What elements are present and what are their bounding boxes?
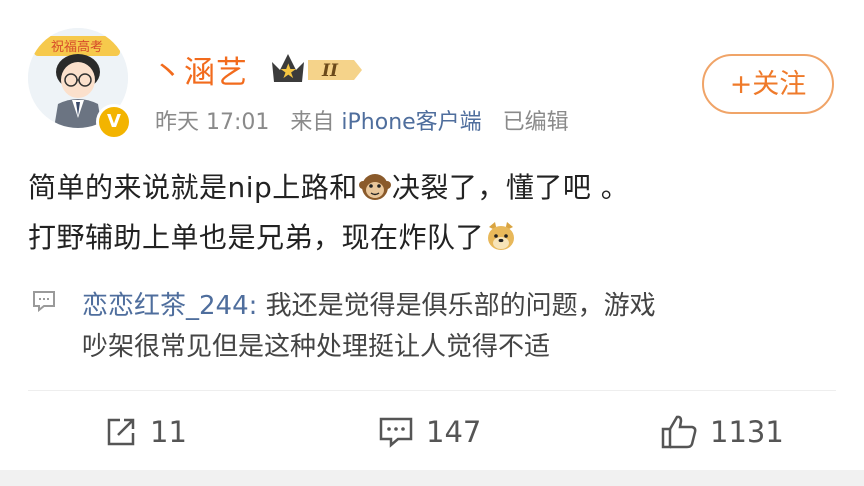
post-meta: 昨天 17:01 来自 iPhone客户端 已编辑 bbox=[155, 104, 569, 136]
bottom-separator bbox=[0, 470, 864, 486]
comment-preview-line-1[interactable]: 恋恋红茶_244: 我还是觉得是俱乐部的问题，游戏 bbox=[82, 285, 656, 322]
comment-button[interactable]: 147 bbox=[378, 412, 481, 452]
comment-bubble-icon bbox=[33, 291, 55, 312]
doge-emoji-icon bbox=[488, 222, 515, 250]
share-button[interactable]: 11 bbox=[104, 412, 187, 452]
post-text: 简单的来说就是nip上路和 bbox=[28, 171, 358, 204]
source-prefix: 来自 bbox=[290, 110, 335, 135]
post-text: 打野辅助上单也是兄弟，现在炸队了 bbox=[28, 221, 485, 254]
post-text: 决裂了，懂了吧 。 bbox=[391, 171, 630, 204]
like-count: 1131 bbox=[710, 415, 784, 449]
svg-text:II: II bbox=[321, 61, 339, 81]
svg-text:祝福高考: 祝福高考 bbox=[51, 39, 103, 55]
like-button[interactable]: 1131 bbox=[660, 412, 784, 452]
post-body-line-2: 打野辅助上单也是兄弟，现在炸队了 bbox=[28, 216, 518, 256]
username[interactable]: 丶涵艺 bbox=[152, 47, 248, 92]
divider bbox=[28, 390, 836, 391]
share-icon bbox=[107, 418, 135, 446]
comment-icon bbox=[379, 417, 413, 448]
monkey-emoji-icon bbox=[358, 174, 391, 200]
post-time: 昨天 17:01 bbox=[155, 110, 270, 135]
comment-count-value: 147 bbox=[426, 415, 482, 449]
crown-level-badge-icon[interactable]: II bbox=[268, 48, 364, 88]
follow-button[interactable]: +关注 bbox=[702, 54, 834, 114]
post-body-line-1: 简单的来说就是nip上路和 决裂了，懂了吧 。 bbox=[28, 166, 629, 206]
thumbs-up-icon bbox=[661, 415, 697, 449]
post-source-link[interactable]: iPhone客户端 bbox=[341, 110, 481, 135]
comment-author[interactable]: 恋恋红茶_244 bbox=[82, 291, 249, 321]
edited-label[interactable]: 已编辑 bbox=[503, 110, 569, 135]
comment-preview-line-2[interactable]: 吵架很常见但是这种处理挺让人觉得不适 bbox=[82, 326, 550, 363]
verified-badge-icon: V bbox=[96, 104, 132, 140]
comment-text: 我还是觉得是俱乐部的问题，游戏 bbox=[265, 291, 656, 321]
comment-separator: : bbox=[248, 291, 258, 321]
share-count: 11 bbox=[150, 415, 187, 449]
